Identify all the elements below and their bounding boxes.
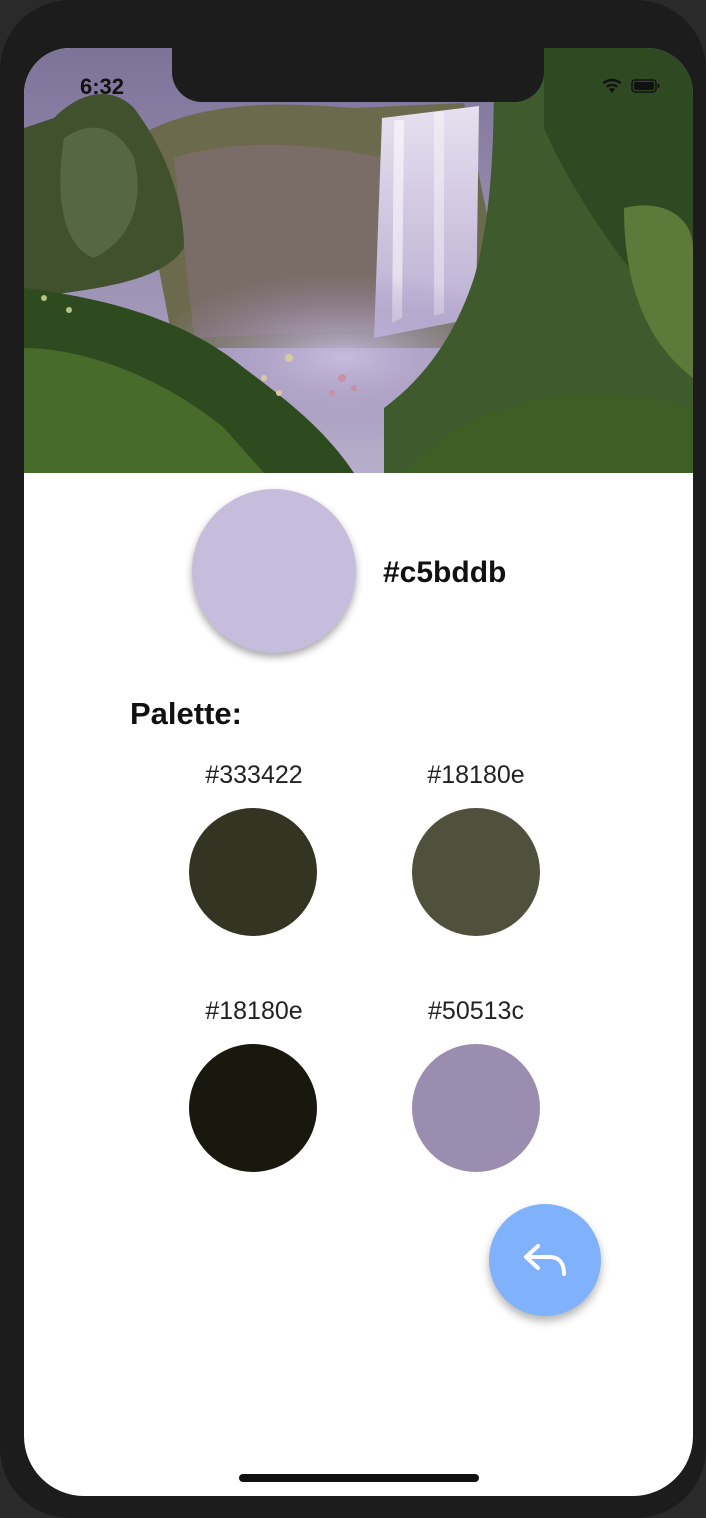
palette-swatch-2	[412, 808, 540, 936]
device-notch	[172, 48, 544, 102]
reply-arrow-icon	[524, 1244, 566, 1276]
battery-icon	[631, 79, 660, 93]
palette-swatch-3	[189, 1044, 317, 1172]
back-fab-button[interactable]	[489, 1204, 601, 1316]
wifi-icon	[602, 78, 622, 93]
palette-label-2: #18180e	[427, 761, 525, 789]
palette-title: Palette:	[130, 696, 242, 731]
hero-image	[24, 48, 693, 473]
status-time: 6:32	[80, 74, 125, 99]
device-frame: 6:32 #c5bddb Palette: #333422 #18180e #1…	[0, 0, 706, 1518]
palette-label-3: #18180e	[205, 997, 303, 1025]
main-color-swatch	[192, 489, 356, 653]
palette-label-4: #50513c	[428, 997, 524, 1025]
palette-swatch-4	[412, 1044, 540, 1172]
palette-label-1: #333422	[205, 761, 303, 789]
status-icons	[601, 78, 661, 94]
app-screen: 6:32 #c5bddb Palette: #333422 #18180e #1…	[24, 48, 693, 1496]
palette-swatch-1	[189, 808, 317, 936]
home-indicator[interactable]	[239, 1474, 479, 1482]
waterfall-landscape-image	[24, 48, 693, 473]
main-color-hex: #c5bddb	[383, 556, 507, 589]
